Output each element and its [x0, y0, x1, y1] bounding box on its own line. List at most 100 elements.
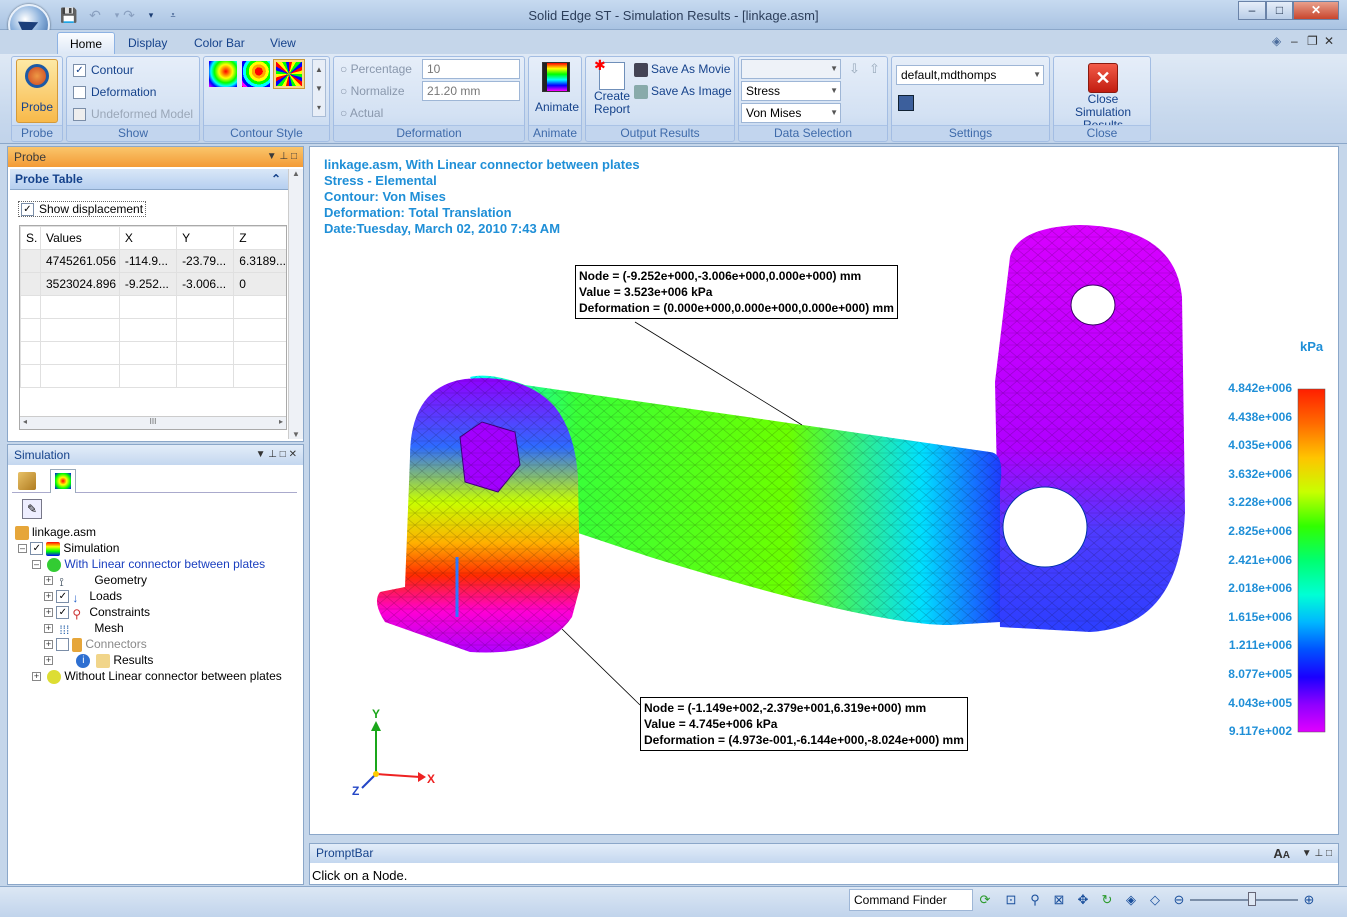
save-settings-icon[interactable]: [898, 95, 914, 111]
undeformed-model-checkbox[interactable]: Undeformed Model: [73, 107, 193, 122]
zoom-out-icon[interactable]: ⊖: [1170, 891, 1188, 909]
percentage-field[interactable]: 10: [422, 59, 520, 79]
normalize-field[interactable]: 21.20 mm: [422, 81, 520, 101]
expand-icon[interactable]: +: [44, 656, 53, 666]
zoom-slider-thumb[interactable]: [1248, 892, 1256, 906]
collapse-icon[interactable]: ⌃: [271, 169, 281, 190]
create-report-button[interactable]: ✱ Create Report: [590, 57, 634, 125]
expand-icon[interactable]: +: [44, 592, 53, 602]
edit-icon[interactable]: ✎: [22, 499, 42, 519]
arrow-up-icon[interactable]: ⇧: [869, 61, 880, 77]
view-cube-icon[interactable]: ◈: [1122, 891, 1140, 909]
pan-icon[interactable]: ✥: [1074, 891, 1092, 909]
result-type-select[interactable]: Stress ▼: [741, 81, 841, 101]
deformation-checkbox[interactable]: Deformation: [73, 85, 156, 100]
zoom-slider[interactable]: [1190, 899, 1298, 901]
help-icon[interactable]: ◈: [1272, 34, 1281, 48]
contour-style-fringe-icon[interactable]: [273, 59, 305, 89]
probe-button[interactable]: Probe: [16, 59, 58, 123]
panel-controls-icon[interactable]: ▼ ⊥ □ ✕: [256, 445, 297, 465]
maximize-window-button[interactable]: □: [1266, 1, 1293, 20]
animate-button[interactable]: Animate: [535, 59, 579, 121]
font-larger-icon[interactable]: AA: [1273, 844, 1290, 865]
zoom-icon[interactable]: ⚲: [1026, 891, 1044, 909]
tree-node-without-connector[interactable]: + Without Linear connector between plate…: [32, 668, 282, 684]
normalize-radio[interactable]: ○ Normalize: [340, 84, 405, 98]
expand-icon[interactable]: +: [44, 624, 53, 634]
probe-table: S. Values X Y Z 4745261.056 -114.9... -23.79..…: [19, 225, 287, 430]
refresh-icon[interactable]: ⟳: [976, 891, 994, 909]
tree-node-results[interactable]: + i Results: [44, 652, 153, 668]
expand-icon[interactable]: +: [44, 608, 53, 618]
view-orientation-icon[interactable]: ◇: [1146, 891, 1164, 909]
expand-icon[interactable]: +: [44, 576, 53, 586]
doc-restore-button[interactable]: ❐: [1307, 34, 1318, 48]
doc-close-button[interactable]: ✕: [1324, 34, 1334, 48]
vertical-scrollbar[interactable]: ▲ ▼: [288, 169, 303, 439]
fit-icon[interactable]: ⊠: [1050, 891, 1068, 909]
results-tab[interactable]: [50, 469, 76, 493]
mesh-icon: ⁞⁞⁞: [59, 622, 70, 637]
checkbox-checked-icon[interactable]: ✓: [56, 590, 70, 604]
checkbox-checked-icon[interactable]: ✓: [56, 606, 70, 620]
minimize-window-button[interactable]: –: [1238, 1, 1266, 20]
tree-node-simulation[interactable]: – ✓ Simulation: [18, 540, 119, 556]
expand-icon[interactable]: +: [32, 672, 41, 682]
zoom-area-icon[interactable]: ⊡: [1002, 891, 1020, 909]
tab-display[interactable]: Display: [116, 32, 179, 54]
checkbox-icon[interactable]: [56, 638, 70, 652]
save-as-image-button[interactable]: Save As Image: [634, 84, 732, 99]
column-header[interactable]: Z: [233, 226, 286, 250]
close-window-button[interactable]: ✕: [1293, 1, 1339, 20]
collapse-icon[interactable]: –: [32, 560, 41, 570]
settings-profile-select[interactable]: default,mdthomps ▼: [896, 65, 1044, 85]
tab-view[interactable]: View: [258, 32, 308, 54]
graphics-viewport[interactable]: linkage.asm, With Linear connector betwe…: [309, 146, 1339, 835]
data-type-select[interactable]: ▼: [741, 59, 841, 79]
table-row[interactable]: 4745261.056 -114.9... -23.79... 6.3189...: [20, 249, 286, 273]
component-select[interactable]: Von Mises ▼: [741, 103, 841, 123]
tree-node-mesh[interactable]: + ⁞⁞⁞ Mesh: [44, 620, 124, 637]
simulation-panel: Simulation ▼ ⊥ □ ✕ ✎ linkage.asm – ✓ Simu…: [7, 444, 304, 885]
column-header[interactable]: Y: [176, 226, 235, 250]
command-finder-input[interactable]: Command Finder: [849, 889, 973, 911]
collapse-icon[interactable]: –: [18, 544, 27, 554]
tree-node-connectors[interactable]: + Connectors: [44, 636, 147, 652]
simulation-toolbar: [12, 469, 297, 493]
contour-checkbox[interactable]: ✓ Contour: [73, 63, 134, 78]
tree-node-geometry[interactable]: + ⟟ Geometry: [44, 572, 147, 589]
horizontal-scrollbar[interactable]: ◂ III ▸: [20, 416, 286, 429]
percentage-radio[interactable]: ○ Percentage: [340, 62, 412, 76]
column-header[interactable]: X: [118, 226, 178, 250]
legend-value: 3.632e+006: [1228, 466, 1292, 481]
expand-icon[interactable]: +: [44, 640, 53, 650]
color-legend-labels: 4.842e+006 4.438e+006 4.035e+006 3.632e+…: [1200, 381, 1292, 741]
tab-color-bar[interactable]: Color Bar: [182, 32, 257, 54]
tree-node-linkage[interactable]: linkage.asm: [12, 524, 96, 540]
show-displacement-checkbox[interactable]: ✓ Show displacement: [18, 201, 147, 218]
panel-controls-icon[interactable]: ▼ ⊥ □: [267, 147, 297, 167]
tree-node-constraints[interactable]: + ✓ ⚲ Constraints: [44, 604, 150, 621]
contour-style-banded-icon[interactable]: [242, 61, 270, 87]
contour-style-smooth-icon[interactable]: [209, 61, 237, 87]
probe-callout-2[interactable]: Node = (-1.149e+002,-2.379e+001,6.319e+0…: [640, 697, 968, 751]
zoom-in-icon[interactable]: ⊕: [1300, 891, 1318, 909]
checkbox-checked-icon[interactable]: ✓: [30, 542, 44, 556]
actual-radio[interactable]: ○ Actual: [340, 106, 383, 120]
tab-home[interactable]: Home: [57, 32, 116, 54]
close-simulation-results-button[interactable]: ✕ Close Simulation Results: [1058, 59, 1148, 132]
gallery-scroll-icon[interactable]: ▲ ▼ ▾: [312, 59, 326, 117]
arrow-down-icon[interactable]: ⇩: [849, 61, 860, 77]
save-as-movie-button[interactable]: Save As Movie: [634, 62, 730, 77]
column-header[interactable]: Values: [39, 226, 120, 250]
tree-node-with-connector[interactable]: – With Linear connector between plates: [32, 556, 265, 572]
table-row[interactable]: 3523024.896 -9.252... -3.006... 0: [20, 272, 286, 296]
column-header[interactable]: S.: [20, 226, 41, 250]
probe-callout-1[interactable]: Node = (-9.252e+000,-3.006e+000,0.000e+0…: [575, 265, 898, 319]
tree-node-loads[interactable]: + ✓ ↓ Loads: [44, 588, 122, 605]
tree-view-icon[interactable]: [18, 472, 36, 490]
panel-controls-icon[interactable]: ▼ ⊥ □: [1302, 844, 1332, 863]
rotate-icon[interactable]: ↻: [1098, 891, 1116, 909]
probe-table-header[interactable]: Probe Table ⌃: [10, 169, 289, 190]
doc-minimize-button[interactable]: –: [1291, 34, 1298, 48]
